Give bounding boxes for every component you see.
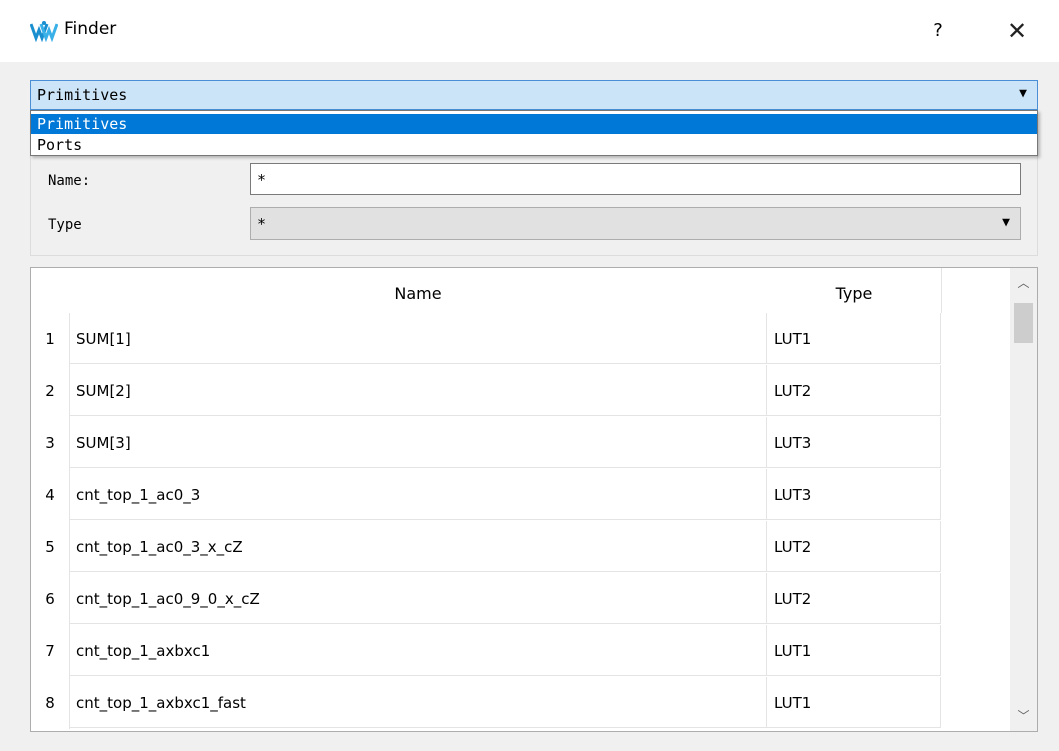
- cell-name: cnt_top_1_ac0_3_x_cZ: [69, 521, 767, 572]
- type-label: Type: [48, 217, 82, 233]
- row-number: 8: [31, 677, 70, 729]
- name-filter-input[interactable]: *: [250, 163, 1021, 195]
- table-row[interactable]: 6 cnt_top_1_ac0_9_0_x_cZ LUT2: [31, 573, 943, 625]
- row-number: 4: [31, 469, 70, 521]
- cell-type: LUT2: [767, 521, 941, 572]
- row-number: 5: [31, 521, 70, 573]
- table-row[interactable]: 1 SUM[1] LUT1: [31, 313, 943, 365]
- results-table: ﹀ Name Type 1 SUM[1] LUT1 2 SUM[2] LUT2 …: [30, 267, 1038, 732]
- table-row[interactable]: 4 cnt_top_1_ac0_3 LUT3: [31, 469, 943, 521]
- row-number: 6: [31, 573, 70, 625]
- scrollbar-thumb[interactable]: [1014, 303, 1033, 343]
- row-number: 1: [31, 313, 70, 365]
- column-header-type[interactable]: Type: [767, 268, 942, 313]
- dropdown-option-primitives[interactable]: Primitives: [31, 114, 1037, 134]
- chevron-down-icon: ▼: [1002, 215, 1010, 230]
- cell-name: cnt_top_1_ac0_3: [69, 469, 767, 520]
- table-row[interactable]: 5 cnt_top_1_ac0_3_x_cZ LUT2: [31, 521, 943, 573]
- table-row[interactable]: 3 SUM[3] LUT3: [31, 417, 943, 469]
- title-bar: Finder ? ✕: [0, 0, 1059, 62]
- row-number: 3: [31, 417, 70, 469]
- name-label: Name:: [48, 173, 91, 189]
- category-combobox-value: Primitives: [37, 86, 128, 104]
- row-number-header: [31, 268, 70, 313]
- table-row[interactable]: 7 cnt_top_1_axbxc1 LUT1: [31, 625, 943, 677]
- cell-name: cnt_top_1_ac0_9_0_x_cZ: [69, 573, 767, 624]
- cell-name: cnt_top_1_axbxc1: [69, 625, 767, 676]
- table-row[interactable]: 2 SUM[2] LUT2: [31, 365, 943, 417]
- close-button[interactable]: ✕: [994, 14, 1040, 48]
- cell-type: LUT3: [767, 469, 941, 520]
- cell-type: LUT3: [767, 417, 941, 468]
- scroll-up-icon[interactable]: ︿: [1010, 268, 1037, 298]
- window-title: Finder: [64, 19, 117, 39]
- sort-indicator-icon: ﹀: [454, 267, 464, 276]
- help-button[interactable]: ?: [918, 14, 958, 48]
- category-dropdown-list: Primitives Ports: [30, 110, 1038, 156]
- type-filter-select[interactable]: * ▼: [250, 207, 1021, 240]
- cell-type: LUT2: [767, 365, 941, 416]
- table-row[interactable]: 8 cnt_top_1_axbxc1_fast LUT1: [31, 677, 943, 729]
- dropdown-option-ports[interactable]: Ports: [31, 135, 1037, 155]
- cell-name: SUM[2]: [69, 365, 767, 416]
- row-number: 2: [31, 365, 70, 417]
- cell-name: cnt_top_1_axbxc1_fast: [69, 677, 767, 728]
- column-header-name[interactable]: ﹀ Name: [69, 268, 768, 313]
- category-combobox[interactable]: Primitives ▼: [30, 80, 1038, 110]
- cell-type: LUT1: [767, 313, 941, 364]
- cell-type: LUT1: [767, 677, 941, 728]
- vertical-scrollbar[interactable]: ︿ ﹀: [1010, 268, 1037, 731]
- app-logo-icon: [30, 21, 58, 42]
- cell-type: LUT2: [767, 573, 941, 624]
- row-number: 7: [31, 625, 70, 677]
- scroll-down-icon[interactable]: ﹀: [1010, 701, 1037, 731]
- cell-type: LUT1: [767, 625, 941, 676]
- cell-name: SUM[1]: [69, 313, 767, 364]
- chevron-down-icon: ▼: [1019, 86, 1027, 101]
- cell-name: SUM[3]: [69, 417, 767, 468]
- type-select-value: *: [257, 215, 267, 233]
